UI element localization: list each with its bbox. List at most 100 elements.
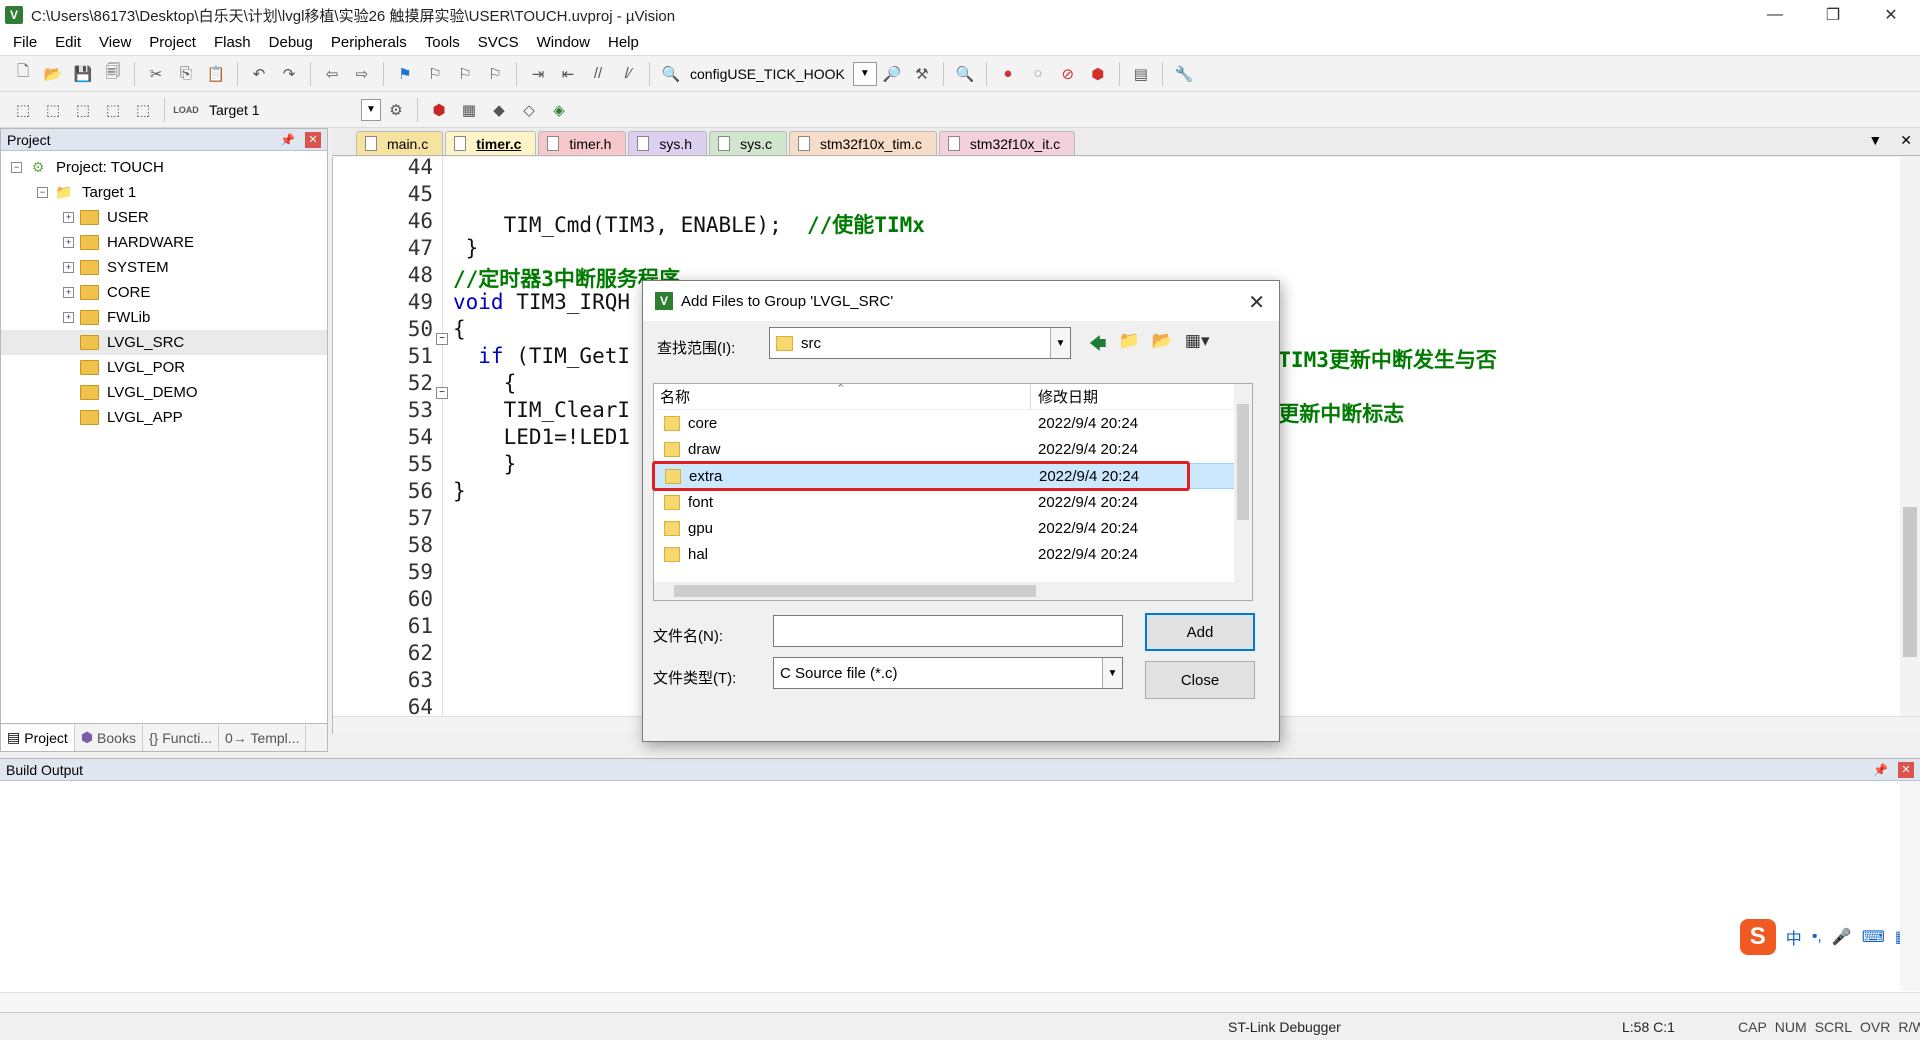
uncomment-icon[interactable]: /⁄	[616, 62, 640, 86]
disable-all-breakpoints-icon[interactable]: ⊘	[1056, 62, 1080, 86]
target-options-icon[interactable]: ⚙	[384, 98, 408, 122]
batch-build-icon[interactable]: ⬚	[101, 98, 125, 122]
up-folder-icon[interactable]: 📁	[1119, 331, 1140, 360]
download-icon[interactable]: LOAD	[173, 98, 199, 122]
build-output-vertical-scrollbar[interactable]	[1900, 781, 1920, 991]
ime-punctuation-icon[interactable]: •,	[1812, 928, 1822, 946]
menu-svcs[interactable]: SVCS	[469, 34, 528, 51]
list-item-selected[interactable]: extra 2022/9/4 20:24	[654, 463, 1236, 489]
prev-bookmark-icon[interactable]: ⚐	[423, 62, 447, 86]
find-icon[interactable]: 🔎	[880, 62, 904, 86]
close-icon[interactable]: ✕	[1898, 761, 1914, 778]
menu-window[interactable]: Window	[528, 34, 599, 51]
pack-installer-icon[interactable]: ◈	[547, 98, 571, 122]
pin-icon[interactable]: 📌	[1873, 763, 1888, 777]
file-list[interactable]: 名称 ⌃ 修改日期 core 2022/9/4 20:24 draw 2022/…	[652, 383, 1253, 601]
tab-stm32f10x-tim-c[interactable]: stm32f10x_tim.c	[788, 131, 937, 155]
expand-icon[interactable]: +	[63, 212, 74, 223]
chevron-down-icon[interactable]: ▼	[852, 61, 877, 86]
tab-main-c[interactable]: main.c	[356, 131, 444, 155]
fold-icon[interactable]: −	[436, 387, 448, 399]
column-header-date[interactable]: 修改日期	[1038, 386, 1098, 407]
back-icon[interactable]: 🡄	[1089, 331, 1107, 360]
chevron-down-icon[interactable]: ▼	[1050, 328, 1070, 358]
tree-group-lvgl-app[interactable]: LVGL_APP	[1, 405, 327, 430]
menu-help[interactable]: Help	[599, 34, 648, 51]
pin-icon[interactable]: 📌	[280, 133, 295, 147]
tree-project-root[interactable]: − ⚙ Project: TOUCH	[1, 155, 327, 180]
microphone-icon[interactable]: 🎤	[1832, 927, 1852, 947]
unindent-icon[interactable]: ⇤	[556, 62, 580, 86]
nav-back-icon[interactable]: ⇦	[320, 62, 344, 86]
keyboard-icon[interactable]: ⌨	[1862, 927, 1885, 947]
build-output-horizontal-scrollbar[interactable]	[0, 992, 1920, 1012]
tree-group-lvgl-src[interactable]: LVGL_SRC	[1, 330, 327, 355]
close-window-button[interactable]: ✕	[1862, 0, 1920, 30]
menu-tools[interactable]: Tools	[416, 34, 469, 51]
list-item[interactable]: font 2022/9/4 20:24	[654, 489, 1236, 515]
nav-forward-icon[interactable]: ⇨	[350, 62, 374, 86]
manage-packs-icon[interactable]: ◆	[487, 98, 511, 122]
tree-group-hardware[interactable]: + HARDWARE	[1, 230, 327, 255]
restore-button[interactable]: ❐	[1804, 0, 1862, 30]
scroll-thumb[interactable]	[674, 585, 1036, 597]
tree-group-user[interactable]: + USER	[1, 205, 327, 230]
incremental-find-icon[interactable]: ⚒	[910, 62, 934, 86]
collapse-icon[interactable]: −	[37, 187, 48, 198]
tab-functions[interactable]: {} Functi...	[143, 724, 220, 751]
menu-project[interactable]: Project	[140, 34, 205, 51]
find-in-files-icon[interactable]: 🔍	[659, 62, 683, 86]
debug-session-icon[interactable]: 🔍	[953, 62, 977, 86]
next-bookmark-icon[interactable]: ⚐	[453, 62, 477, 86]
scroll-thumb[interactable]	[1237, 404, 1249, 520]
expand-icon[interactable]: +	[63, 262, 74, 273]
menu-file[interactable]: File	[4, 34, 46, 51]
close-icon[interactable]: ✕	[1248, 290, 1265, 315]
copy-icon[interactable]: ⎘	[174, 62, 198, 86]
tab-templates[interactable]: 0→ Templ...	[219, 724, 307, 751]
tab-timer-c[interactable]: timer.c	[445, 131, 537, 155]
tree-group-system[interactable]: + SYSTEM	[1, 255, 327, 280]
select-packs-icon[interactable]: ◇	[517, 98, 541, 122]
menu-peripherals[interactable]: Peripherals	[322, 34, 416, 51]
scroll-thumb[interactable]	[1903, 507, 1917, 657]
rebuild-icon[interactable]: ⬚	[71, 98, 95, 122]
paste-icon[interactable]: 📋	[204, 62, 228, 86]
add-button[interactable]: Add	[1145, 613, 1255, 651]
minimize-button[interactable]: —	[1746, 0, 1804, 30]
stop-build-icon[interactable]: ⬚	[131, 98, 155, 122]
close-icon[interactable]: ✕	[305, 131, 321, 148]
window-layout-icon[interactable]: ▤	[1129, 62, 1153, 86]
expand-icon[interactable]: +	[63, 287, 74, 298]
comment-icon[interactable]: //	[586, 62, 610, 86]
view-menu-icon[interactable]: ▦▾	[1185, 331, 1210, 360]
ime-chinese-mode[interactable]: 中	[1786, 925, 1802, 949]
new-file-icon[interactable]: 🗋	[11, 62, 35, 86]
breakpoint-icon[interactable]: ●	[996, 62, 1020, 86]
tab-timer-h[interactable]: timer.h	[538, 131, 627, 155]
chevron-down-icon[interactable]: ▼	[1102, 658, 1122, 688]
redo-icon[interactable]: ↷	[277, 62, 301, 86]
tab-list-icon[interactable]: ▼	[1868, 132, 1882, 149]
find-combo-value[interactable]: configUSE_TICK_HOOK	[690, 66, 845, 82]
list-item[interactable]: core 2022/9/4 20:24	[654, 410, 1236, 436]
tree-group-fwlib[interactable]: + FWLib	[1, 305, 327, 330]
close-icon[interactable]: ✕	[1900, 132, 1912, 149]
tab-stm32f10x-it-c[interactable]: stm32f10x_it.c	[938, 131, 1076, 155]
tab-sys-c[interactable]: sys.c	[709, 131, 787, 155]
tab-project[interactable]: ▤ Project	[1, 724, 75, 751]
undo-icon[interactable]: ↶	[247, 62, 271, 86]
look-in-select[interactable]: src ▼	[769, 327, 1071, 359]
tree-group-lvgl-demo[interactable]: LVGL_DEMO	[1, 380, 327, 405]
collapse-icon[interactable]: −	[11, 162, 22, 173]
column-header-name[interactable]: 名称	[660, 386, 690, 407]
sogou-ime-icon[interactable]: S	[1739, 919, 1776, 955]
save-icon[interactable]: 💾	[71, 62, 95, 86]
list-item[interactable]: gpu 2022/9/4 20:24	[654, 515, 1236, 541]
filename-input[interactable]	[773, 615, 1123, 647]
kill-breakpoints-icon[interactable]: ⬢	[1086, 62, 1110, 86]
bookmark-icon[interactable]: ⚑	[393, 62, 417, 86]
list-item[interactable]: hal 2022/9/4 20:24	[654, 541, 1236, 567]
tree-group-lvgl-por[interactable]: LVGL_POR	[1, 355, 327, 380]
disable-breakpoint-icon[interactable]: ○	[1026, 62, 1050, 86]
